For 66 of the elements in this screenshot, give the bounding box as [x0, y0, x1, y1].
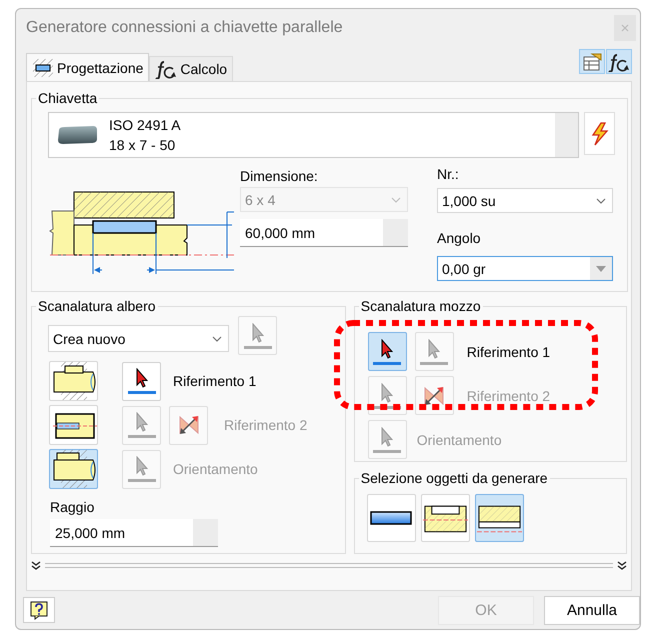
- reference-label: Riferimento 1: [466, 344, 550, 360]
- reference-label: Riferimento 1: [173, 373, 256, 389]
- mode-dropdown[interactable]: Crea nuovo: [48, 325, 229, 352]
- chevron-down-icon: [596, 198, 606, 204]
- formula-icon: [155, 59, 178, 79]
- expand-button[interactable]: [31, 560, 41, 570]
- window-title: Generatore connessioni a chiavette parallele: [26, 18, 343, 36]
- cursor-icon: [381, 382, 394, 402]
- key-icon: [370, 511, 412, 525]
- generate-option-button[interactable]: [474, 494, 524, 542]
- field-label: Raggio: [50, 498, 96, 515]
- formula-icon: [608, 52, 630, 72]
- group-title: Scanalatura albero: [38, 298, 156, 314]
- group-title: Chiavetta: [38, 90, 98, 106]
- groove-type-button[interactable]: [49, 405, 98, 445]
- field-label: Angolo: [437, 229, 482, 247]
- key-spec: 18 x 7 - 50: [109, 137, 176, 153]
- help-button[interactable]: [23, 597, 55, 623]
- key-spec: ISO 2491 A: [109, 117, 181, 133]
- toolbar-button[interactable]: [606, 49, 632, 74]
- lightning-button[interactable]: [584, 112, 615, 155]
- table-icon: [582, 52, 602, 72]
- groove-type-button[interactable]: [49, 449, 98, 489]
- field-button[interactable]: [193, 519, 218, 546]
- cursor-icon: [428, 338, 440, 358]
- key-icon: [55, 124, 99, 146]
- cursor-icon: [381, 426, 394, 446]
- groove-type-button[interactable]: [49, 361, 98, 401]
- angle-dropdown[interactable]: 0,00 gr: [437, 256, 613, 281]
- count-dropdown[interactable]: 1,000 su: [437, 188, 613, 213]
- cursor-icon: [136, 456, 148, 476]
- field-label: Dimensione:: [240, 167, 319, 184]
- scroll-bar: [555, 113, 578, 157]
- toolbar-button[interactable]: [579, 49, 605, 74]
- triangle-down-icon: [596, 266, 606, 272]
- generate-option-button[interactable]: [366, 494, 416, 542]
- double-chevron-icon: [31, 560, 41, 570]
- cursor-icon: [381, 338, 394, 358]
- pick-button[interactable]: [368, 332, 407, 371]
- tab[interactable]: Calcolo: [149, 56, 234, 81]
- pick-button[interactable]: [122, 362, 161, 400]
- help-icon: [29, 600, 49, 620]
- cancel-button[interactable]: Annulla: [544, 596, 640, 624]
- key-list[interactable]: ISO 2491 A 18 x 7 - 50: [48, 112, 579, 158]
- reference-label: Riferimento 2: [224, 417, 308, 433]
- group-title: Selezione oggetti da generare: [360, 470, 548, 486]
- cursor-icon: [252, 322, 264, 342]
- field-button[interactable]: [383, 219, 408, 246]
- cursor-icon: [136, 368, 148, 388]
- tab[interactable]: Progettazione: [26, 53, 150, 81]
- chevron-down-icon: [391, 196, 401, 202]
- expand-button[interactable]: [617, 560, 627, 570]
- generate-option-button[interactable]: [420, 494, 470, 542]
- radius-field[interactable]: 25,000 mm: [50, 519, 218, 547]
- reference-label: Orientamento: [173, 461, 258, 477]
- shaft-groove-icon: [50, 362, 96, 400]
- chevron-down-icon: [212, 336, 222, 342]
- group-title: Scanalatura mozzo: [360, 298, 481, 314]
- field-label: Nr.:: [437, 165, 460, 182]
- double-chevron-icon: [617, 560, 627, 570]
- reference-label: Riferimento 2: [466, 388, 550, 404]
- shaft-groove-icon: [50, 450, 96, 488]
- close-icon: [620, 22, 630, 32]
- cursor-icon: [136, 412, 148, 432]
- length-field[interactable]: 60,000 mm: [240, 219, 408, 247]
- reference-label: Orientamento: [416, 432, 502, 448]
